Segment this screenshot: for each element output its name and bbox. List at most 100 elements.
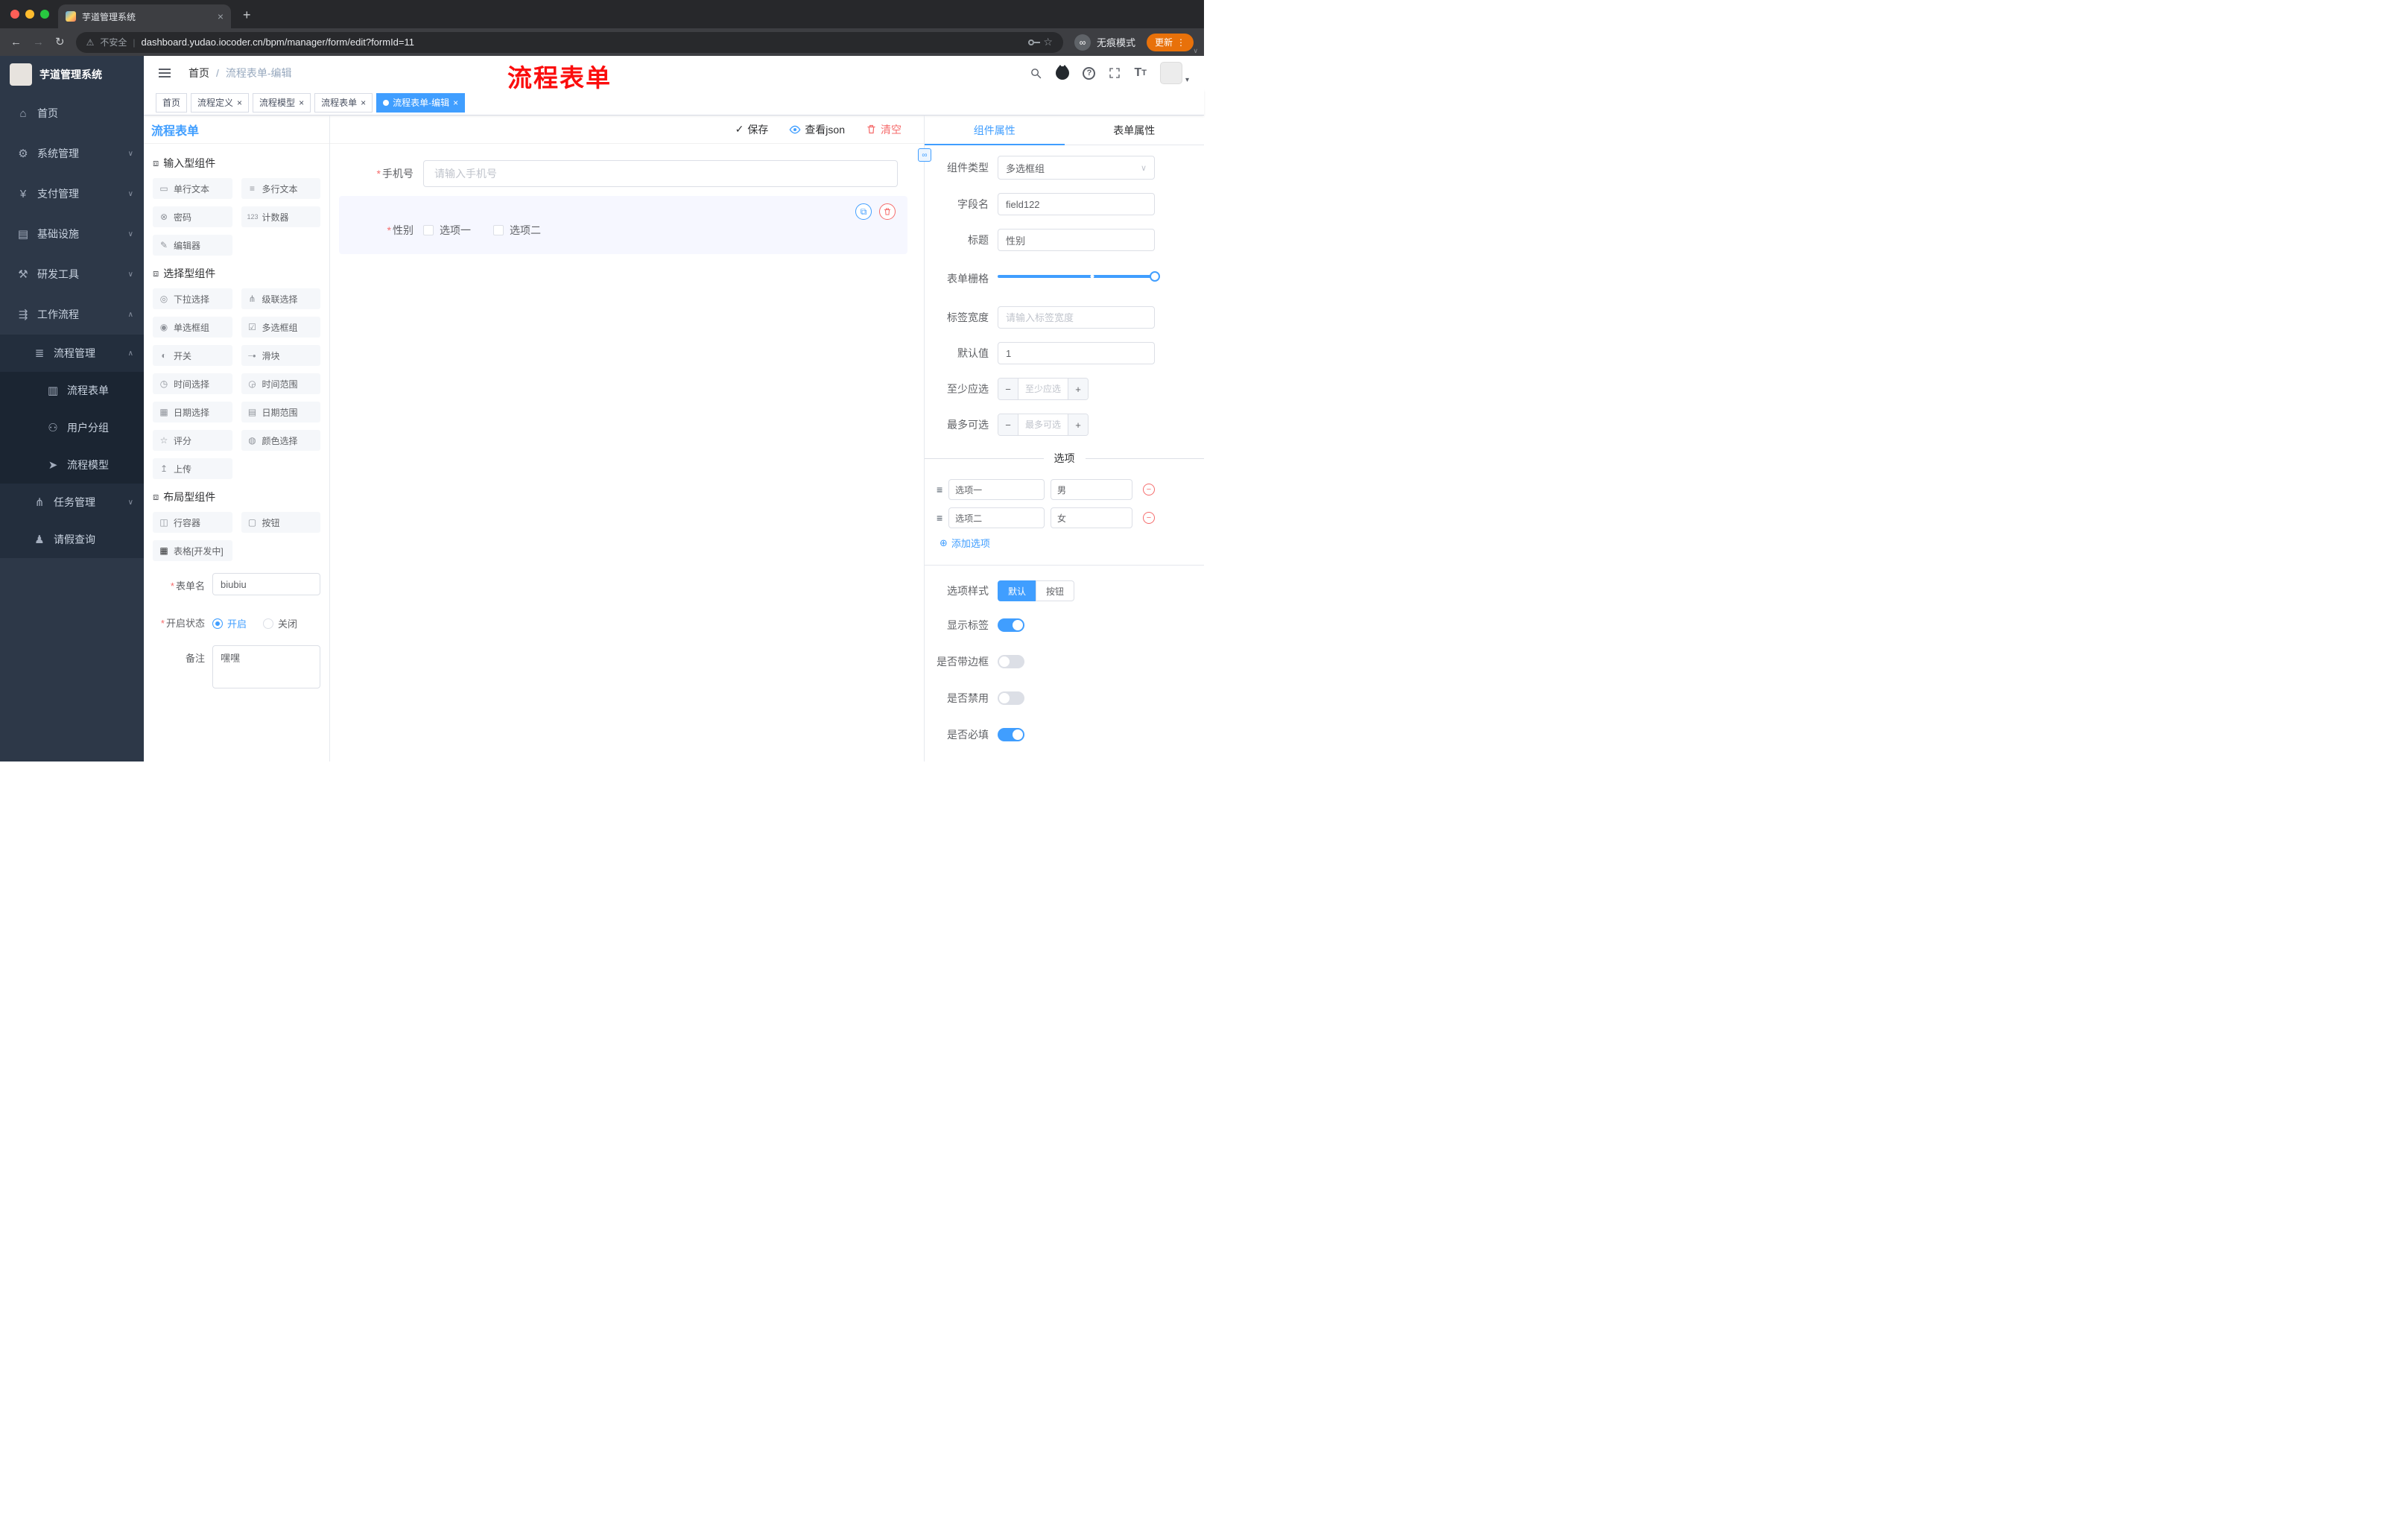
default-value-input[interactable] — [998, 342, 1155, 364]
palette-item-color-picker[interactable]: ◍ 颜色选择 — [241, 430, 320, 451]
palette-item-table[interactable]: ▦ 表格[开发中] — [153, 540, 232, 561]
tab-close-icon[interactable]: × — [218, 10, 224, 22]
option-1-label-input[interactable] — [948, 479, 1045, 500]
plus-icon[interactable]: + — [1068, 414, 1088, 435]
palette-item-slider[interactable]: ─● 滑块 — [241, 345, 320, 366]
palette-item-cascader[interactable]: ⋔ 级联选择 — [241, 288, 320, 309]
save-button[interactable]: ✓ 保存 — [735, 122, 769, 137]
palette-item-password[interactable]: ⊗ 密码 — [153, 206, 232, 227]
clear-button[interactable]: 清空 — [866, 122, 902, 137]
border-toggle[interactable] — [998, 655, 1024, 668]
palette-item-time-range[interactable]: ◶ 时间范围 — [241, 373, 320, 394]
window-zoom-button[interactable] — [40, 10, 49, 19]
sidebar-item-process-model[interactable]: ➤ 流程模型 — [0, 446, 144, 484]
close-icon[interactable]: × — [237, 98, 242, 108]
browser-menu-icon[interactable]: ⋮ — [1176, 37, 1185, 48]
checkbox-option-2[interactable]: 选项二 — [493, 223, 541, 238]
search-icon[interactable] — [1030, 67, 1042, 80]
sidebar-item-workflow[interactable]: ⇶ 工作流程 ∧ — [0, 294, 144, 335]
palette-item-single-line-text[interactable]: ▭ 单行文本 — [153, 178, 232, 199]
password-key-icon[interactable] — [1028, 39, 1041, 45]
title-input[interactable] — [998, 229, 1155, 251]
font-size-icon[interactable]: TT — [1134, 66, 1147, 80]
palette-item-select[interactable]: ◎ 下拉选择 — [153, 288, 232, 309]
field-name-input[interactable] — [998, 193, 1155, 215]
sidebar-item-home[interactable]: ⌂ 首页 — [0, 93, 144, 133]
user-menu[interactable]: ▾ — [1159, 62, 1189, 84]
style-button-button[interactable]: 按钮 — [1036, 580, 1075, 601]
sidebar-item-task-management[interactable]: ⋔ 任务管理 ∨ — [0, 484, 144, 521]
tag-process-form[interactable]: 流程表单 × — [314, 92, 373, 113]
delete-field-button[interactable] — [879, 203, 896, 220]
status-radio-on[interactable]: 开启 — [212, 616, 247, 630]
component-type-select[interactable]: 多选框组 ∨ — [998, 156, 1155, 180]
form-remark-textarea[interactable]: 嘿嘿 — [212, 645, 320, 688]
breadcrumb-home[interactable]: 首页 — [188, 66, 209, 80]
sidebar-item-dev-tools[interactable]: ⚒ 研发工具 ∨ — [0, 254, 144, 294]
forward-icon[interactable]: → — [33, 37, 44, 48]
sidebar-item-user-group[interactable]: ⚇ 用户分组 — [0, 409, 144, 446]
window-minimize-button[interactable] — [25, 10, 34, 19]
chevron-down-icon[interactable]: ∨ — [1193, 47, 1198, 55]
palette-item-date-picker[interactable]: ▦ 日期选择 — [153, 402, 232, 422]
option-2-label-input[interactable] — [948, 507, 1045, 528]
sidebar-item-payment[interactable]: ¥ 支付管理 ∨ — [0, 174, 144, 214]
palette-item-multi-line-text[interactable]: ≡ 多行文本 — [241, 178, 320, 199]
form-canvas[interactable]: *手机号 ⧉ *性别 选项一 选项二 — [330, 144, 924, 762]
sidebar-item-leave-query[interactable]: ♟ 请假查询 — [0, 521, 144, 558]
new-tab-button[interactable]: + — [243, 7, 251, 23]
bookmark-star-icon[interactable]: ☆ — [1043, 36, 1053, 48]
palette-item-upload[interactable]: ↥ 上传 — [153, 458, 232, 479]
fullscreen-icon[interactable] — [1109, 67, 1121, 79]
label-width-input[interactable] — [998, 306, 1155, 329]
show-label-toggle[interactable] — [998, 618, 1024, 632]
disabled-toggle[interactable] — [998, 691, 1024, 705]
grid-slider[interactable] — [998, 265, 1160, 288]
close-icon[interactable]: × — [453, 98, 458, 108]
palette-item-button[interactable]: ▢ 按钮 — [241, 512, 320, 533]
gender-field-selected[interactable]: ⧉ * 性别 选项一 选项二 — [339, 196, 907, 254]
palette-item-rate[interactable]: ☆ 评分 — [153, 430, 232, 451]
phone-field[interactable]: * 手机号 — [339, 160, 907, 187]
tag-process-definition[interactable]: 流程定义 × — [191, 92, 250, 113]
style-default-button[interactable]: 默认 — [998, 580, 1036, 601]
remove-option-button[interactable]: − — [1143, 484, 1155, 495]
copy-field-button[interactable]: ⧉ — [855, 203, 872, 220]
close-icon[interactable]: × — [299, 98, 304, 108]
browser-tab[interactable]: 芋道管理系统 × — [58, 4, 231, 28]
close-icon[interactable]: × — [361, 98, 366, 108]
minus-icon[interactable]: − — [998, 379, 1018, 399]
phone-input[interactable] — [423, 160, 898, 187]
drag-handle-icon[interactable]: ≡ — [937, 512, 942, 524]
tab-component-props[interactable]: 组件属性 — [925, 115, 1065, 145]
sidebar-item-infrastructure[interactable]: ▤ 基础设施 ∨ — [0, 214, 144, 254]
option-2-value-input[interactable] — [1051, 507, 1132, 528]
remove-option-button[interactable]: − — [1143, 512, 1155, 524]
sidebar-item-process-form[interactable]: ▥ 流程表单 — [0, 372, 144, 409]
checkbox-option-1[interactable]: 选项一 — [423, 223, 471, 238]
palette-item-radio-group[interactable]: ◉ 单选框组 — [153, 317, 232, 338]
tag-process-model[interactable]: 流程模型 × — [253, 92, 311, 113]
window-close-button[interactable] — [10, 10, 19, 19]
plus-icon[interactable]: + — [1068, 379, 1088, 399]
palette-item-time-picker[interactable]: ◷ 时间选择 — [153, 373, 232, 394]
add-option-button[interactable]: ⊕ 添加选项 — [940, 536, 1155, 550]
hamburger-icon[interactable] — [159, 69, 171, 77]
palette-item-counter[interactable]: 123 计数器 — [241, 206, 320, 227]
tab-form-props[interactable]: 表单属性 — [1065, 115, 1205, 145]
palette-item-row-container[interactable]: ◫ 行容器 — [153, 512, 232, 533]
max-select-input[interactable] — [1018, 414, 1068, 435]
view-json-button[interactable]: 查看json — [789, 122, 845, 137]
sidebar-item-process-management[interactable]: ≣ 流程管理 ∧ — [0, 335, 144, 372]
update-button[interactable]: 更新 ⋮ — [1146, 33, 1194, 51]
min-select-input[interactable] — [1018, 379, 1068, 399]
tag-home[interactable]: 首页 — [156, 92, 188, 113]
tag-process-form-edit[interactable]: 流程表单-编辑 × — [376, 92, 466, 113]
slider-handle[interactable] — [1150, 271, 1160, 282]
required-toggle[interactable] — [998, 728, 1024, 741]
address-bar[interactable]: ⚠ 不安全 | dashboard.yudao.iocoder.cn/bpm/m… — [75, 31, 1063, 53]
link-icon[interactable]: ∞ — [918, 148, 931, 162]
status-radio-off[interactable]: 关闭 — [263, 616, 297, 630]
help-icon[interactable]: ? — [1083, 66, 1096, 80]
palette-item-editor[interactable]: ✎ 编辑器 — [153, 235, 232, 256]
